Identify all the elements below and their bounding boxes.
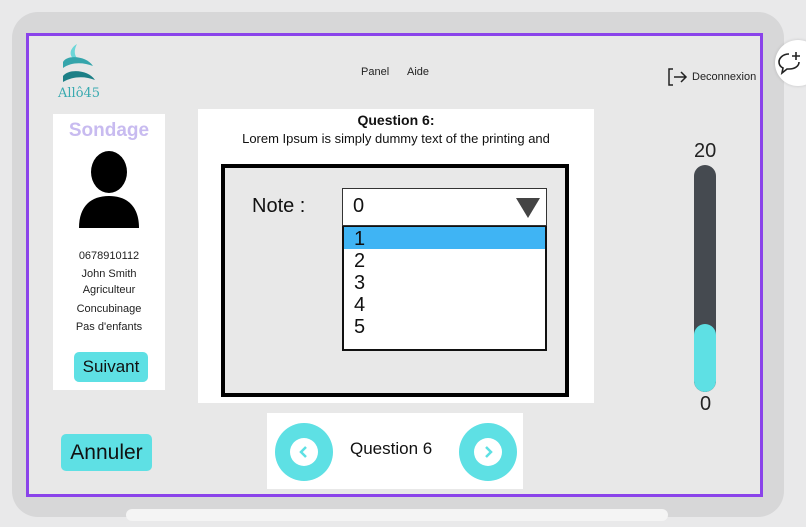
question-panel: Question 6: Lorem Ipsum is simply dummy … [198,109,594,403]
profile-card: Sondage 0678910112 John Smith Agriculteu… [53,114,165,390]
previous-question-button[interactable] [275,423,333,481]
scale-min-label: 0 [700,393,712,415]
question-text: Lorem Ipsum is simply dummy text of the … [242,131,550,146]
user-avatar-icon [79,151,139,228]
nav-panel-link[interactable]: Panel [361,66,389,78]
note-option-1[interactable]: 1 [344,227,545,250]
rating-box: Note : 0 1 2 3 4 5 [221,164,569,397]
scale-max-label: 20 [694,140,717,162]
cancel-button[interactable]: Annuler [61,434,152,471]
chat-add-icon [778,52,800,75]
logout-button[interactable]: Deconnexion [666,67,756,87]
nav-help-link[interactable]: Aide [407,66,429,78]
chevron-right-icon [485,446,493,458]
note-option-4[interactable]: 4 [344,293,545,316]
device-base [126,509,668,521]
note-options-list: 1 2 3 4 5 [342,226,547,351]
question-title: Question 6: [357,112,435,128]
chevron-left-icon [299,446,307,458]
question-pager: Question 6 [267,413,523,489]
pager-label: Question 6 [350,439,433,458]
note-label: Note : [252,195,306,217]
profile-name: John Smith [81,268,137,280]
profile-children: Pas d'enfants [75,321,143,333]
score-slider-fill [694,323,716,392]
note-option-2[interactable]: 2 [344,249,545,272]
logout-label: Deconnexion [692,71,757,83]
profile-job: Agriculteur [82,284,136,296]
logout-icon [668,68,688,86]
note-select[interactable]: 0 [342,188,547,226]
note-option-3[interactable]: 3 [344,271,545,294]
brand-name: Allô45 [58,86,101,101]
score-slider[interactable] [694,165,716,392]
profile-status: Concubinage [76,303,142,315]
survey-title: Sondage [68,120,150,141]
profile-phone: 0678910112 [78,250,140,262]
note-option-5[interactable]: 5 [344,315,545,338]
note-select-value: 0 [353,195,365,217]
next-button[interactable]: Suivant [74,352,148,382]
next-question-button[interactable] [459,423,517,481]
dropdown-arrow-icon [516,198,540,218]
